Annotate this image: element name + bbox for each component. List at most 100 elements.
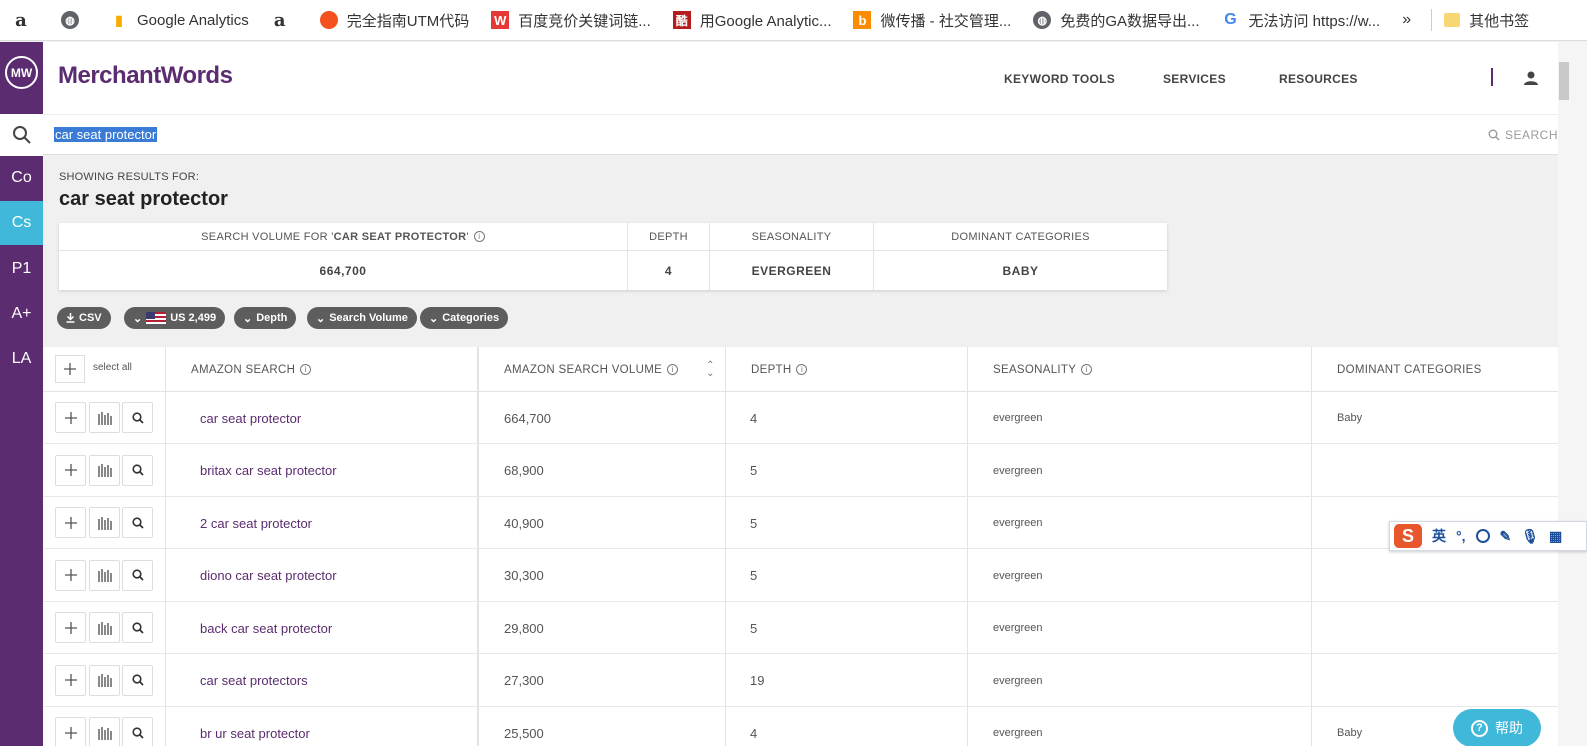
summary-categories-header: DOMINANT CATEGORIES xyxy=(874,223,1167,251)
add-keyword-button[interactable] xyxy=(55,454,86,486)
search-volume-value: 27,300 xyxy=(504,673,544,688)
chevron-down-icon: ⌄ xyxy=(243,312,253,325)
bookmark-utm[interactable]: 完全指南UTM代码 xyxy=(319,10,469,31)
nav-keyword-tools[interactable]: KEYWORD TOOLS xyxy=(1004,72,1115,86)
page-scrollbar[interactable] xyxy=(1558,42,1587,746)
nav-services[interactable]: SERVICES xyxy=(1163,72,1226,86)
search-button[interactable]: SEARCH xyxy=(1488,128,1558,142)
search-keyword-button[interactable] xyxy=(122,559,153,591)
view-trends-button[interactable] xyxy=(89,559,120,591)
merchantwords-logo-icon[interactable]: MW xyxy=(5,56,38,89)
summary-volume-header: SEARCH VOLUME FOR ' CAR SEAT PROTECTOR ' i xyxy=(59,223,628,251)
add-keyword-button[interactable] xyxy=(55,717,86,746)
column-seasonality[interactable]: SEASONALITY i xyxy=(993,347,1093,392)
pen-icon[interactable]: ✎ xyxy=(1500,528,1512,545)
bookmarks-more-button[interactable]: » xyxy=(1402,11,1411,29)
ime-punctuation-toggle[interactable]: °, xyxy=(1456,528,1466,544)
add-keyword-button[interactable] xyxy=(55,402,86,433)
sort-icon[interactable]: ⌃ ⌄ xyxy=(706,360,715,378)
sidebar-item-a-plus[interactable]: A+ xyxy=(0,292,43,336)
info-icon[interactable]: i xyxy=(1081,364,1093,375)
sidebar-item-la[interactable]: LA xyxy=(0,337,43,381)
view-trends-button[interactable] xyxy=(89,402,120,433)
results-table: select all AMAZON SEARCH i AMAZON SEARCH … xyxy=(43,347,1558,746)
nav-resources[interactable]: RESOURCES xyxy=(1279,72,1358,86)
ime-toolbar: S 英 °, ✎ 🎙 ▦ xyxy=(1389,521,1587,551)
keyword-link[interactable]: back car seat protector xyxy=(200,602,332,654)
help-button[interactable]: ? 帮助 xyxy=(1453,709,1541,746)
plus-icon xyxy=(64,621,77,634)
csv-download-button[interactable]: CSV xyxy=(57,307,111,329)
add-keyword-button[interactable] xyxy=(55,664,86,696)
bookmark-ga-export[interactable]: ◍ 免费的GA数据导出... xyxy=(1033,10,1200,31)
bookmark-weichuanbo[interactable]: b 微传播 - 社交管理... xyxy=(853,10,1011,31)
categories-filter-dropdown[interactable]: ⌄ Categories xyxy=(420,307,509,329)
search-keyword-button[interactable] xyxy=(122,402,153,433)
search-input[interactable]: car seat protector xyxy=(54,127,158,142)
bookmark-amazon[interactable]: a xyxy=(12,9,39,31)
select-all-button[interactable] xyxy=(55,355,85,383)
country-filter-dropdown[interactable]: ⌄ US 2,499 xyxy=(124,307,226,329)
emoji-icon[interactable] xyxy=(1475,529,1490,543)
column-dominant-categories[interactable]: DOMINANT CATEGORIES xyxy=(1337,347,1482,392)
bookmark-google-analytics[interactable]: ▮ Google Analytics xyxy=(110,11,249,29)
view-trends-button[interactable] xyxy=(89,717,120,746)
table-row: 2 car seat protector 40,900 5 evergreen xyxy=(43,497,1558,549)
column-depth[interactable]: DEPTH i xyxy=(751,347,808,392)
grid-icon[interactable]: ▦ xyxy=(1549,528,1562,545)
bookmark-baidu[interactable]: W 百度竞价关键词链... xyxy=(491,10,651,31)
user-account-icon[interactable] xyxy=(1523,70,1539,91)
bookmark-other-folder[interactable]: 其他书签 xyxy=(1444,10,1529,31)
amazon-icon: a xyxy=(15,9,27,31)
ime-language-toggle[interactable]: 英 xyxy=(1432,526,1446,546)
keyword-link[interactable]: 2 car seat protector xyxy=(200,497,312,549)
search-keyword-button[interactable] xyxy=(122,664,153,696)
info-icon[interactable]: i xyxy=(300,364,312,375)
search-keyword-button[interactable] xyxy=(122,717,153,746)
seasonality-value: evergreen xyxy=(993,464,1043,477)
view-trends-button[interactable] xyxy=(89,454,120,486)
keyword-link[interactable]: britax car seat protector xyxy=(200,445,337,497)
search-volume-filter-dropdown[interactable]: ⌄ Search Volume xyxy=(307,307,417,329)
view-trends-button[interactable] xyxy=(89,507,120,538)
info-icon[interactable]: i xyxy=(667,364,679,375)
sogou-logo-icon[interactable]: S xyxy=(1394,524,1422,548)
add-keyword-button[interactable] xyxy=(55,559,86,591)
table-header: select all AMAZON SEARCH i AMAZON SEARCH … xyxy=(43,347,1558,392)
keyword-link[interactable]: car seat protectors xyxy=(200,655,308,707)
view-trends-button[interactable] xyxy=(89,612,120,643)
add-keyword-button[interactable] xyxy=(55,612,86,643)
sidebar-search-icon[interactable] xyxy=(0,114,43,156)
bookmark-google-analytic[interactable]: 酷用Google Analytic... xyxy=(672,10,831,31)
depth-filter-dropdown[interactable]: ⌄ Depth xyxy=(234,307,297,329)
microphone-icon[interactable]: 🎙 xyxy=(1521,528,1539,545)
scrollbar-thumb[interactable] xyxy=(1559,62,1569,100)
view-trends-button[interactable] xyxy=(89,664,120,696)
search-icon xyxy=(131,569,144,581)
search-keyword-button[interactable] xyxy=(122,612,153,643)
bookmark-globe[interactable]: ◍ xyxy=(61,11,88,29)
select-all-label[interactable]: select all xyxy=(93,362,132,373)
depth-value: 5 xyxy=(750,620,758,636)
keyword-link[interactable]: car seat protector xyxy=(200,392,301,444)
keyword-link[interactable]: br ur seat protector xyxy=(200,707,310,746)
add-keyword-button[interactable] xyxy=(55,507,86,538)
search-volume-value: 664,700 xyxy=(504,410,551,426)
bookmark-unreachable[interactable]: G 无法访问 https://w... xyxy=(1222,10,1380,31)
brand-logo[interactable]: MerchantWords xyxy=(58,62,233,90)
search-keyword-button[interactable] xyxy=(122,454,153,486)
column-amazon-search[interactable]: AMAZON SEARCH i xyxy=(191,347,312,392)
search-volume-value: 29,800 xyxy=(504,620,544,636)
info-icon[interactable]: i xyxy=(796,364,808,375)
depth-value: 5 xyxy=(750,463,758,478)
sidebar-item-co[interactable]: Co xyxy=(0,156,43,200)
depth-value: 19 xyxy=(750,673,765,688)
info-icon[interactable]: i xyxy=(473,231,485,242)
sidebar-item-cs[interactable]: Cs xyxy=(0,201,43,245)
search-keyword-button[interactable] xyxy=(122,507,153,538)
column-amazon-search-volume[interactable]: AMAZON SEARCH VOLUME i ⌃ ⌄ xyxy=(504,347,715,392)
bookmark-amazon-2[interactable]: a xyxy=(271,10,298,31)
sidebar-item-p1[interactable]: P1 xyxy=(0,247,43,291)
keyword-link[interactable]: diono car seat protector xyxy=(200,550,337,602)
depth-value: 4 xyxy=(750,725,758,741)
